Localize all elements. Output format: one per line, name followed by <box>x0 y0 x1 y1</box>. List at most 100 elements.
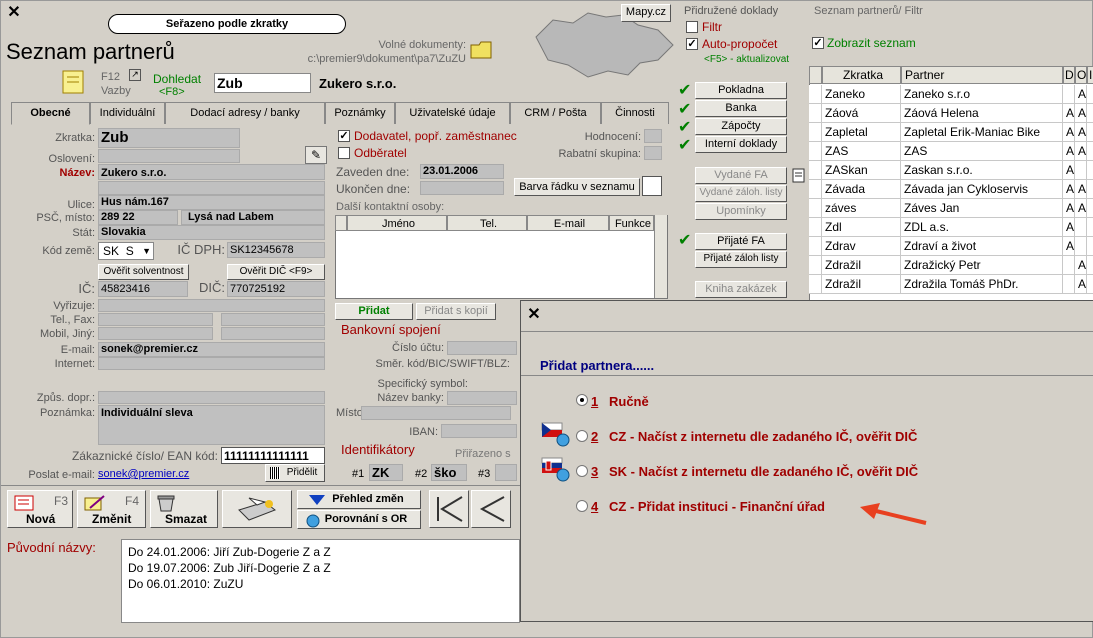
chevron-down-icon[interactable]: ▼ <box>142 243 151 259</box>
grid-cell-d[interactable]: A <box>1063 237 1075 256</box>
dodavatel-checkbox[interactable]: ✓ <box>338 130 350 142</box>
id3-field[interactable] <box>495 464 517 481</box>
zobrazit-checkbox[interactable]: ✓ <box>812 37 824 49</box>
grid-cell-partner[interactable]: ZAS <box>901 142 1063 161</box>
tel-field[interactable] <box>98 313 213 326</box>
grid-cell-zkratka[interactable]: Zdražil <box>822 275 901 294</box>
fax-field[interactable] <box>221 313 325 326</box>
grid-row-selector[interactable] <box>809 161 822 180</box>
grid-cell-partner[interactable]: Zdražila Tomáš PhDr. <box>901 275 1063 294</box>
grid-cell-i[interactable] <box>1087 180 1093 199</box>
option-1-label[interactable]: Ručně <box>609 394 649 410</box>
option-1-radio[interactable] <box>576 394 588 406</box>
overit-solventnost-button[interactable]: Ověřit solventnost <box>98 264 189 280</box>
option-4-label[interactable]: CZ - Přidat instituci - Finanční úřad <box>609 499 825 515</box>
grid-row-selector[interactable] <box>809 199 822 218</box>
grid-cell-i[interactable] <box>1087 142 1093 161</box>
hodnoceni-field[interactable] <box>644 129 662 143</box>
grid-header-partner[interactable]: Partner <box>901 66 1063 84</box>
poslat-email-link[interactable]: sonek@premier.cz <box>98 467 189 481</box>
grid-cell-i[interactable] <box>1087 199 1093 218</box>
tab-dodaci-adresy[interactable]: Dodací adresy / banky <box>165 102 325 124</box>
ukoncen-field[interactable] <box>420 181 504 195</box>
grid-row-selector[interactable] <box>809 275 822 294</box>
grid-cell-partner[interactable]: Zapletal Erik-Maniac Bike <box>901 123 1063 142</box>
tab-cinnosti[interactable]: Činnosti <box>601 102 669 124</box>
grid-cell-i[interactable] <box>1087 104 1093 123</box>
cislo-uctu-field[interactable] <box>447 341 517 355</box>
prijate-fa-button[interactable]: Přijaté FA <box>695 233 787 250</box>
vydane-fa-button[interactable]: Vydané FA <box>695 167 787 184</box>
document-icon[interactable] <box>792 168 806 184</box>
mapy-button[interactable]: Mapy.cz <box>621 4 671 22</box>
nazev-banky-field[interactable] <box>447 391 517 405</box>
banka-button[interactable]: Banka <box>695 100 787 117</box>
grid-header-o[interactable]: O <box>1075 66 1087 84</box>
grid-cell-partner[interactable]: Zdražický Petr <box>901 256 1063 275</box>
grid-row-selector[interactable] <box>809 123 822 142</box>
grid-row-selector[interactable] <box>809 104 822 123</box>
kod-zeme-select[interactable]: SK S ▼ <box>98 242 154 260</box>
iban-field[interactable] <box>441 424 517 438</box>
grid-cell-i[interactable] <box>1087 256 1093 275</box>
grid-cell-d[interactable]: A <box>1063 161 1075 180</box>
grid-cell-i[interactable] <box>1087 237 1093 256</box>
prehled-zmen-button[interactable]: Přehled změn <box>297 490 421 509</box>
edit-pen-icon[interactable]: ✎ <box>305 146 327 164</box>
misto-field[interactable]: Lysá nad Labem <box>181 210 325 225</box>
grid-header-i[interactable]: I <box>1087 66 1093 84</box>
notes-icon[interactable] <box>60 69 88 95</box>
grid-cell-zkratka[interactable]: Záová <box>822 104 901 123</box>
grid-row-selector[interactable] <box>809 142 822 161</box>
color-swatch[interactable] <box>642 176 662 196</box>
zmenit-button[interactable]: F4 Změnit <box>77 490 146 528</box>
option-3-label[interactable]: SK - Načíst z internetu dle zadaného IČ,… <box>609 464 918 480</box>
grid-cell-d[interactable]: A <box>1063 199 1075 218</box>
grid-cell-o[interactable]: A <box>1075 180 1087 199</box>
upominky-button[interactable]: Upomínky <box>695 203 787 220</box>
zapocty-button[interactable]: Zápočty <box>695 118 787 135</box>
dialog-close-icon[interactable]: ✕ <box>526 307 542 323</box>
tab-crm-posta[interactable]: CRM / Pošta <box>510 102 601 124</box>
id1-field[interactable]: ZK <box>369 464 403 481</box>
zpusob-field[interactable] <box>98 391 325 404</box>
grid-cell-o[interactable]: A <box>1075 104 1087 123</box>
email-field[interactable]: sonek@premier.cz <box>98 342 325 357</box>
grid-cell-d[interactable] <box>1063 85 1075 104</box>
pridat-button[interactable]: Přidat <box>335 303 413 320</box>
grid-cell-zkratka[interactable]: Zapletal <box>822 123 901 142</box>
search-input[interactable]: Zub <box>214 73 311 93</box>
ean-field[interactable]: 11111111111111 <box>221 447 325 464</box>
ic-field[interactable]: 45823416 <box>98 281 188 297</box>
grid-header-d[interactable]: D <box>1063 66 1075 84</box>
id2-field[interactable]: ško <box>431 464 467 481</box>
grid-row-selector[interactable] <box>809 218 822 237</box>
zaveden-field[interactable]: 23.01.2006 <box>420 164 504 179</box>
tab-uzivatelske[interactable]: Uživatelské údaje <box>395 102 510 124</box>
external-link-icon[interactable]: ↗ <box>129 69 141 81</box>
grid-cell-zkratka[interactable]: Zdrav <box>822 237 901 256</box>
grid-header-zkratka[interactable]: Zkratka <box>822 66 901 84</box>
option-4-radio[interactable] <box>576 500 588 512</box>
grid-cell-o[interactable]: A <box>1075 142 1087 161</box>
osloveni-field[interactable] <box>98 149 240 163</box>
autoprep-checkbox[interactable]: ✓ <box>686 38 698 50</box>
tab-individualni[interactable]: Individuální <box>90 102 165 124</box>
vyrizuje-field[interactable] <box>98 299 325 312</box>
print-button[interactable] <box>222 490 292 528</box>
prijate-zaloh-button[interactable]: Přijaté záloh listy <box>695 251 787 268</box>
grid-cell-o[interactable]: A <box>1075 275 1087 294</box>
grid-cell-d[interactable] <box>1063 256 1075 275</box>
nazev2-field[interactable] <box>98 181 325 195</box>
jiny-field[interactable] <box>221 327 325 340</box>
option-2-label[interactable]: CZ - Načíst z internetu dle zadaného IČ,… <box>609 429 917 445</box>
rabat-field[interactable] <box>644 146 662 160</box>
kniha-zakazek-button[interactable]: Kniha zakázek <box>695 281 787 298</box>
prev-record-button[interactable] <box>471 490 511 528</box>
nova-button[interactable]: F3 Nová <box>7 490 73 528</box>
odberatel-checkbox[interactable] <box>338 147 350 159</box>
interni-doklady-button[interactable]: Interní doklady <box>695 136 787 153</box>
misto-banky-field[interactable] <box>361 406 511 420</box>
psc-field[interactable]: 289 22 <box>98 210 178 225</box>
grid-cell-zkratka[interactable]: Zaneko <box>822 85 901 104</box>
